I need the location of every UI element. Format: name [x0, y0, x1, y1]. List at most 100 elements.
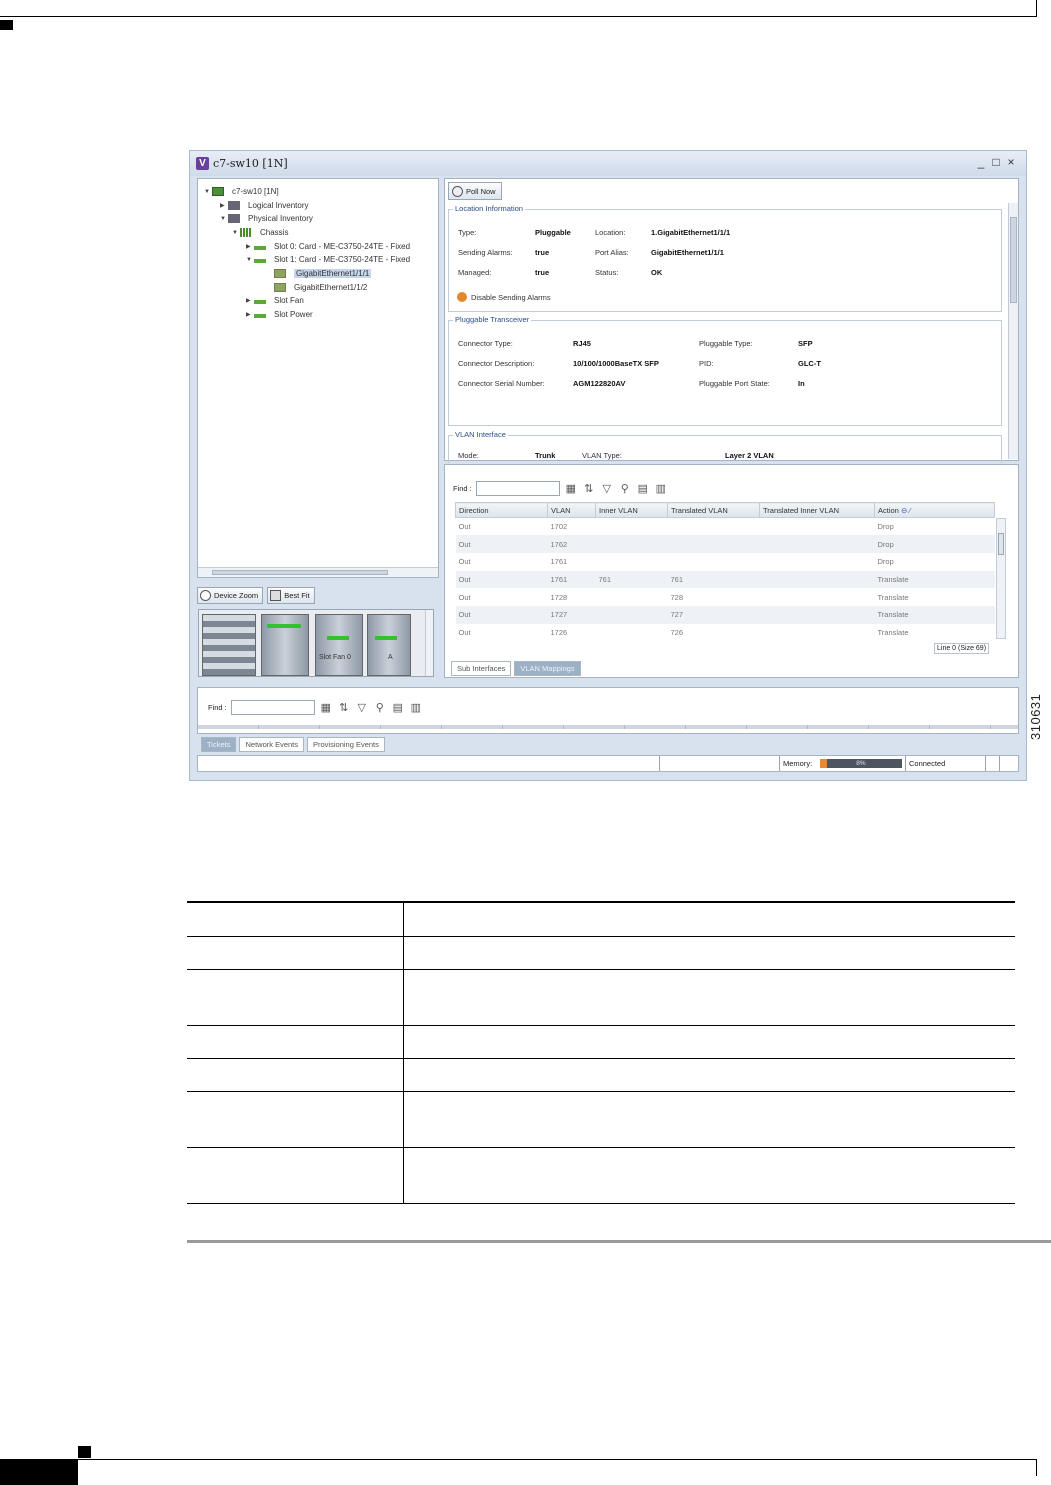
tab-sub-interfaces[interactable]: Sub Interfaces — [451, 661, 512, 676]
tree-item-physical-inventory[interactable]: ▼ Physical Inventory — [220, 212, 313, 225]
export-icon[interactable]: ▥ — [409, 701, 423, 714]
device-zoom-button[interactable]: Device Zoom — [197, 587, 264, 604]
tree-item-slot-fan[interactable]: ▶ Slot Fan — [246, 294, 304, 307]
column-header-direction[interactable]: Direction — [455, 502, 548, 518]
field-value: SFP — [798, 339, 813, 348]
reference-row — [187, 1025, 1015, 1059]
table-row[interactable]: Out 1761 761 761 Translate — [455, 570, 995, 589]
field-value: Trunk — [535, 451, 556, 460]
table-row[interactable]: Out 1728 728 Translate — [456, 588, 995, 606]
reference-row — [187, 936, 1015, 970]
inventory-tree: ▼ c7-sw10 [1N] ▶ Logical Inventory ▼ Phy… — [197, 178, 439, 578]
vlan-mappings-table: Direction VLAN Inner VLAN Translated VLA… — [455, 502, 995, 641]
expand-icon[interactable]: ▶ — [246, 243, 254, 250]
field-label: Status: — [595, 268, 619, 277]
tree-item-device[interactable]: ▼ c7-sw10 [1N] — [204, 185, 279, 198]
chassis-slot-power[interactable] — [367, 614, 411, 676]
collapse-icon[interactable]: ▼ — [232, 230, 240, 236]
field-value: AGM122820AV — [573, 379, 626, 388]
fan-led-icon — [327, 636, 349, 640]
save-icon[interactable]: ▦ — [319, 701, 333, 714]
table-vertical-scrollbar[interactable] — [996, 518, 1006, 639]
collapse-icon[interactable]: ▼ — [246, 257, 254, 263]
scrollbar-thumb[interactable] — [212, 570, 388, 575]
collapse-icon[interactable]: ▼ — [204, 189, 212, 195]
poll-now-button[interactable]: Poll Now — [448, 182, 502, 200]
best-fit-button[interactable]: Best Fit — [267, 587, 315, 604]
physical-inventory-icon — [228, 214, 240, 223]
expand-icon[interactable]: ▶ — [246, 297, 254, 304]
scrollbar-thumb[interactable] — [998, 533, 1004, 555]
column-chooser-icon[interactable]: ⊖ ⁄ — [901, 506, 911, 515]
advanced-filter-icon[interactable]: ⚲ — [373, 701, 387, 714]
field-value: GigabitEthernet1/1/1 — [651, 248, 724, 257]
export-icon[interactable]: ▥ — [654, 482, 668, 495]
field-label: Connector Description: — [458, 359, 535, 368]
column-header-vlan[interactable]: VLAN — [547, 502, 596, 518]
group-title: VLAN Interface — [453, 430, 508, 439]
tree-item-chassis[interactable]: ▼ Chassis — [232, 226, 288, 239]
sort-icon[interactable]: ⇅ — [582, 482, 596, 495]
maximize-icon[interactable]: □ — [989, 155, 1003, 169]
vlan-mappings-pane: Find : ▦ ⇅ ▽ ⚲ ▤ ▥ Direction VLAN Inner … — [444, 464, 1019, 678]
port-icon — [274, 269, 286, 278]
tree-item-slot-power[interactable]: ▶ Slot Power — [246, 308, 313, 321]
find-input[interactable] — [475, 481, 560, 496]
tree-item-port-2[interactable]: GigabitEthernet1/1/2 — [266, 281, 367, 294]
chassis-view[interactable]: Slot Fan 0 A — [198, 609, 434, 677]
tree-item-slot-0[interactable]: ▶ Slot 0: Card - ME-C3750-24TE - Fixed — [246, 240, 410, 253]
table-row[interactable]: Out 1762 Drop — [455, 535, 995, 553]
table-options-icon[interactable]: ▤ — [391, 701, 405, 714]
window-title: c7-sw10 [1N] — [213, 157, 288, 170]
scrollbar-thumb[interactable] — [1010, 217, 1017, 303]
table-row[interactable]: Out 1702 Drop — [456, 518, 995, 536]
advanced-filter-icon[interactable]: ⚲ — [618, 482, 632, 495]
tree-item-slot-1[interactable]: ▼ Slot 1: Card - ME-C3750-24TE - Fixed — [246, 253, 410, 266]
chassis-slot-0[interactable] — [202, 614, 256, 676]
sort-icon[interactable]: ⇅ — [337, 701, 351, 714]
column-header-action[interactable]: Action ⊖ ⁄ — [874, 502, 995, 518]
disable-sending-alarms-link[interactable]: Disable Sending Alarms — [457, 292, 551, 302]
details-vertical-scrollbar[interactable] — [1008, 203, 1018, 459]
minimize-icon[interactable]: _ — [974, 155, 988, 169]
table-options-icon[interactable]: ▤ — [636, 482, 650, 495]
table-row[interactable]: Out 1726 726 Translate — [456, 624, 995, 642]
details-pane: Poll Now Location Information Type: Plug… — [444, 178, 1019, 463]
filter-icon[interactable]: ▽ — [600, 482, 614, 495]
card-icon — [254, 245, 266, 250]
field-label: Connector Type: — [458, 339, 513, 348]
tab-network-events[interactable]: Network Events — [239, 737, 305, 752]
collapse-icon[interactable]: ▼ — [220, 216, 228, 222]
table-row[interactable]: Out 1761 Drop — [456, 553, 995, 571]
tree-horizontal-scrollbar[interactable] — [198, 567, 438, 577]
field-label: Pluggable Port State: — [699, 379, 770, 388]
pluggable-transceiver-group: Pluggable Transceiver Connector Type: RJ… — [448, 315, 1002, 426]
vlan-interface-group: VLAN Interface Mode: Trunk VLAN Type: La… — [448, 430, 1002, 463]
tree-item-port-1[interactable]: GigabitEthernet1/1/1 — [266, 267, 372, 280]
app-logo-icon: V — [196, 157, 209, 170]
section-end-rule — [187, 1240, 1051, 1243]
column-header-translated-inner-vlan[interactable]: Translated Inner VLAN — [759, 502, 875, 518]
expand-icon[interactable]: ▶ — [246, 311, 254, 318]
column-header-translated-vlan[interactable]: Translated VLAN — [667, 502, 760, 518]
expand-icon[interactable]: ▶ — [220, 202, 228, 209]
chassis-slot-fan[interactable] — [315, 614, 363, 676]
chassis-vertical-scrollbar[interactable] — [425, 610, 433, 676]
table-toolbar: Find : ▦ ⇅ ▽ ⚲ ▤ ▥ — [453, 481, 668, 496]
events-find-input[interactable] — [230, 700, 315, 715]
top-rule — [0, 16, 1036, 17]
fit-icon — [270, 590, 282, 601]
table-row[interactable]: Out 1727 727 Translate — [455, 605, 995, 624]
close-icon[interactable]: × — [1004, 155, 1018, 169]
save-icon[interactable]: ▦ — [564, 482, 578, 495]
filter-icon[interactable]: ▽ — [355, 701, 369, 714]
field-value: RJ45 — [573, 339, 591, 348]
tab-vlan-mappings[interactable]: VLAN Mappings — [514, 661, 581, 676]
memory-bar: 8% — [820, 759, 902, 768]
interface-tabs: Sub Interfaces VLAN Mappings — [451, 661, 581, 676]
tab-provisioning-events[interactable]: Provisioning Events — [307, 737, 385, 752]
column-header-inner-vlan[interactable]: Inner VLAN — [595, 502, 668, 518]
tree-item-logical-inventory[interactable]: ▶ Logical Inventory — [220, 199, 308, 212]
field-label: Mode: — [458, 451, 479, 460]
tab-tickets[interactable]: Tickets — [201, 737, 237, 752]
